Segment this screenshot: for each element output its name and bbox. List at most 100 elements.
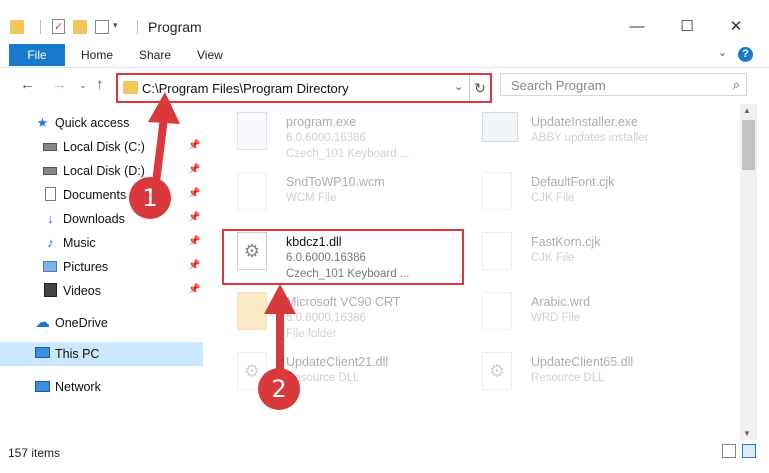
- drive-icon: [43, 163, 58, 178]
- cloud-icon: ☁: [35, 314, 50, 331]
- computer-icon: [35, 346, 50, 361]
- help-icon[interactable]: ?: [738, 47, 753, 62]
- new-folder-icon[interactable]: [73, 20, 87, 34]
- title-separator: [137, 20, 138, 34]
- pin-icon[interactable]: 📌: [188, 164, 200, 175]
- file-detail: WRD File: [531, 312, 581, 324]
- details-view-icon[interactable]: [722, 444, 736, 458]
- file-detail: CJK File: [531, 252, 575, 264]
- sidebar-item-pictures[interactable]: Pictures 📌: [0, 255, 203, 279]
- step-1-badge: 1: [129, 177, 171, 219]
- vertical-scrollbar[interactable]: ▲ ▼: [740, 104, 757, 440]
- step-2-badge: 2: [258, 368, 300, 410]
- documents-icon: [43, 187, 58, 202]
- sidebar-item-local-disk-c[interactable]: Local Disk (C:) 📌: [0, 135, 203, 159]
- file-detail: CJK File: [531, 192, 575, 204]
- customize-qa-icon[interactable]: [95, 20, 109, 34]
- scroll-down-icon[interactable]: ▼: [743, 429, 751, 438]
- sidebar-item-label: Documents: [63, 188, 127, 202]
- address-bar-row: ← → ⌄ ↑ C:\Program Files\Program Directo…: [0, 68, 769, 104]
- sidebar-item-label: Downloads: [63, 212, 125, 226]
- sidebar-item-label: Local Disk (C:): [63, 140, 145, 154]
- search-input[interactable]: Search Program ⌕: [500, 73, 747, 96]
- pin-icon[interactable]: 📌: [188, 188, 200, 199]
- minimize-button[interactable]: —: [617, 16, 657, 38]
- sidebar-item-onedrive[interactable]: ☁ OneDrive: [0, 311, 203, 335]
- sidebar-item-downloads[interactable]: ↓ Downloads 📌: [0, 207, 203, 231]
- sidebar-item-label: Videos: [63, 284, 101, 298]
- sidebar-item-label: Pictures: [63, 260, 109, 274]
- file-detail: Czech_101 Keyboard ...: [286, 148, 410, 160]
- expand-ribbon-icon[interactable]: ⌄: [718, 46, 727, 59]
- pin-icon[interactable]: 📌: [188, 284, 200, 295]
- forward-arrow-icon[interactable]: →: [52, 76, 67, 93]
- videos-icon: [43, 283, 58, 298]
- sidebar-item-network[interactable]: Network: [0, 375, 203, 399]
- tiles-view-icon[interactable]: [742, 444, 756, 458]
- chevron-down-icon[interactable]: ▾: [113, 20, 118, 38]
- sidebar-item-music[interactable]: ♪ Music 📌: [0, 231, 203, 255]
- file-item[interactable]: DefaultFont.cjk CJK File: [458, 169, 698, 227]
- sidebar-item-documents[interactable]: Documents 📌: [0, 183, 203, 207]
- sidebar-item-videos[interactable]: Videos 📌: [0, 279, 203, 303]
- sidebar-item-label: Network: [55, 380, 101, 394]
- tab-home[interactable]: Home: [81, 48, 113, 62]
- network-icon: [35, 379, 50, 394]
- pin-icon[interactable]: 📌: [188, 260, 200, 271]
- pin-icon[interactable]: 📌: [188, 212, 200, 223]
- address-path: C:\Program Files\Program Directory: [142, 81, 349, 96]
- file-icon: [482, 172, 512, 210]
- recent-locations-icon[interactable]: ⌄: [79, 80, 87, 91]
- sidebar-item-local-disk-d[interactable]: Local Disk (D:) 📌: [0, 159, 203, 183]
- item-count: 157 items: [8, 446, 61, 460]
- file-item[interactable]: Arabic.wrd WRD File: [458, 289, 698, 347]
- pin-icon[interactable]: 📌: [188, 140, 200, 151]
- up-arrow-icon[interactable]: ↑: [96, 76, 104, 93]
- file-icon: [237, 172, 267, 210]
- close-button[interactable]: ✕: [716, 16, 756, 38]
- folder-icon: [237, 292, 267, 330]
- file-item[interactable]: ⚙ UpdateClient65.dll Resource DLL: [458, 349, 698, 407]
- search-icon: ⌕: [732, 77, 740, 92]
- star-icon: ★: [36, 115, 49, 130]
- music-icon: ♪: [47, 235, 54, 250]
- file-name: DefaultFont.cjk: [531, 175, 615, 189]
- maximize-button[interactable]: ☐: [667, 16, 707, 38]
- target-file-highlight: [222, 229, 464, 285]
- properties-icon[interactable]: ✓: [52, 19, 65, 34]
- file-item[interactable]: Microsoft VC90 CRT 6.0.6000.16386 File f…: [213, 289, 453, 347]
- scroll-thumb[interactable]: [742, 120, 755, 170]
- file-detail: 6.0.6000.16386: [286, 132, 366, 144]
- file-detail: ABBY updates installer: [531, 132, 649, 144]
- file-icon: [482, 232, 512, 270]
- tab-view[interactable]: View: [197, 48, 223, 62]
- tab-share[interactable]: Share: [139, 48, 171, 62]
- scroll-up-icon[interactable]: ▲: [743, 106, 751, 115]
- file-name: Microsoft VC90 CRT: [286, 295, 401, 309]
- exe-file-icon: [237, 112, 267, 150]
- sidebar-item-quick-access[interactable]: ★ Quick access: [0, 111, 203, 135]
- back-arrow-icon[interactable]: ←: [20, 76, 35, 93]
- file-name: FastKorn.cjk: [531, 235, 601, 249]
- file-item[interactable]: UpdateInstaller.exe ABBY updates install…: [458, 109, 698, 167]
- file-item[interactable]: SndToWP10.wcm WCM File: [213, 169, 453, 227]
- navigation-pane: ★ Quick access Local Disk (C:) 📌 Local D…: [0, 104, 204, 440]
- download-icon: ↓: [47, 211, 54, 226]
- file-name: program.exe: [286, 115, 357, 129]
- refresh-icon[interactable]: ↻: [469, 75, 490, 101]
- chevron-down-icon[interactable]: ⌄: [454, 80, 463, 93]
- window-title: Program: [148, 19, 202, 35]
- pin-icon[interactable]: 📌: [188, 236, 200, 247]
- tab-file[interactable]: File: [9, 44, 65, 66]
- file-item[interactable]: FastKorn.cjk CJK File: [458, 229, 698, 287]
- sidebar-item-this-pc[interactable]: This PC: [0, 342, 203, 366]
- file-item[interactable]: ⚙ UpdateClient21.dll Resource DLL: [213, 349, 453, 407]
- file-name: UpdateInstaller.exe: [531, 115, 639, 129]
- file-detail: WCM File: [286, 192, 337, 204]
- folder-icon: [10, 20, 24, 34]
- sidebar-item-label: Quick access: [55, 116, 130, 130]
- address-field[interactable]: C:\Program Files\Program Directory ⌄ ↻: [116, 73, 492, 103]
- sidebar-item-label: Music: [63, 236, 96, 250]
- title-bar: ✓ ▾ Program — ☐ ✕: [0, 0, 769, 40]
- file-item[interactable]: program.exe 6.0.6000.16386 Czech_101 Key…: [213, 109, 453, 167]
